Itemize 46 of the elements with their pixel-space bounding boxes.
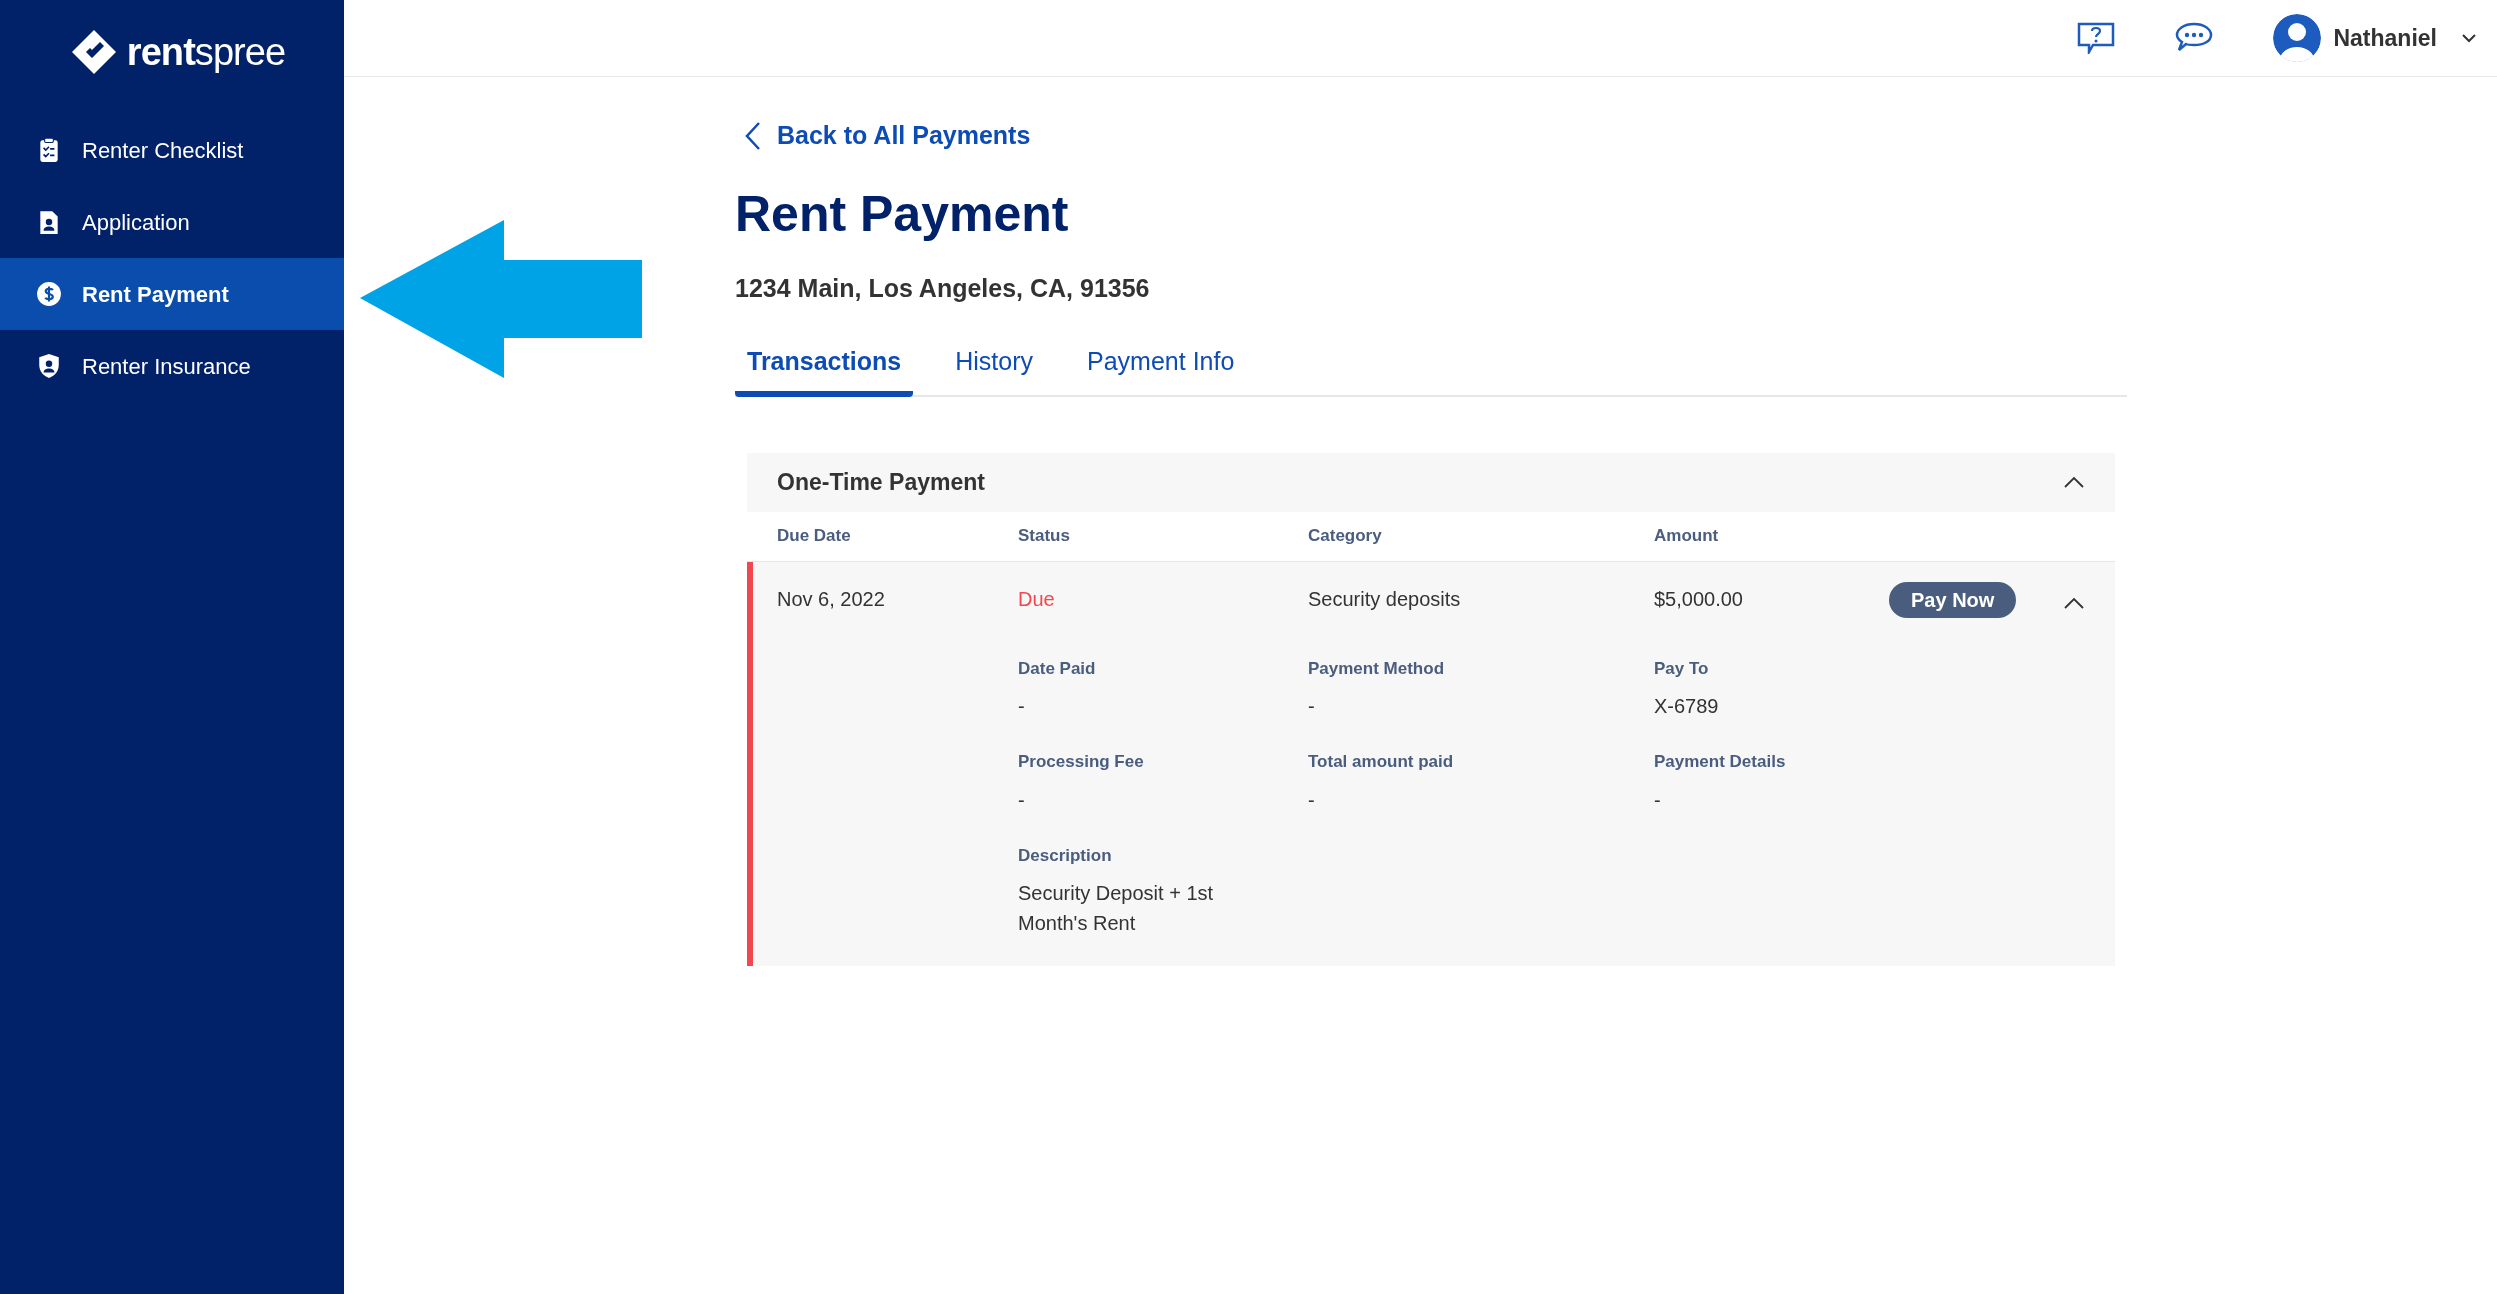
detail-value: -	[1308, 694, 1316, 719]
detail-value: -	[1018, 787, 1026, 813]
amount-text: $5,000.00	[1654, 587, 1743, 610]
detail-value: -	[1654, 787, 1662, 813]
tab[interactable]: History	[943, 343, 1046, 397]
due-date: Nov 6, 2022	[777, 587, 885, 610]
sidebar-item[interactable]: Renter Insurance	[0, 330, 344, 402]
detail-value: -	[1308, 787, 1316, 813]
detail-label: Date Paid	[1018, 657, 1097, 680]
property-address: 1234 Main, Los Angeles, CA, 91356	[735, 272, 1151, 304]
column-header: Amount	[1654, 526, 1719, 546]
column-header: Due Date	[777, 526, 851, 546]
page-title: Rent Payment	[735, 184, 1070, 244]
detail-label: Pay To	[1654, 657, 1710, 680]
section-header[interactable]: One-Time Payment	[747, 452, 2115, 512]
pay-now-button[interactable]: Pay Now	[1889, 581, 2017, 618]
chat-icon[interactable]	[2175, 22, 2214, 54]
dollar-icon	[36, 281, 62, 307]
status-text: Due	[1018, 587, 1055, 610]
sidebar-item[interactable]: Renter Checklist	[0, 114, 344, 186]
sidebar-item[interactable]: Application	[0, 186, 344, 258]
detail-label: Total amount paid	[1308, 751, 1455, 773]
collapse-icon[interactable]	[2063, 597, 2085, 610]
tab[interactable]: Transactions	[735, 343, 914, 397]
column-header: Status	[1018, 526, 1070, 546]
logo-text: rentspree	[126, 29, 286, 75]
tab[interactable]: Payment Info	[1075, 343, 1247, 397]
chevron-down-icon[interactable]	[2461, 33, 2477, 43]
detail-label: Description	[1018, 844, 1113, 867]
shield-icon	[36, 353, 62, 379]
back-chevron-icon	[745, 120, 761, 151]
detail-label: Payment Details	[1654, 751, 1787, 773]
collapse-icon[interactable]	[2063, 475, 2085, 489]
section-title: One-Time Payment	[777, 467, 985, 497]
detail-value: X-6789	[1654, 694, 1720, 719]
help-icon[interactable]	[2077, 22, 2116, 54]
back-link[interactable]: Back to All Payments	[735, 117, 1031, 155]
category-text: Security deposits	[1308, 587, 1461, 610]
column-header: Category	[1308, 526, 1382, 546]
avatar-icon[interactable]	[2273, 14, 2322, 62]
detail-label: Payment Method	[1308, 657, 1446, 680]
detail-label: Processing Fee	[1018, 751, 1145, 773]
user-name[interactable]: Nathaniel	[2333, 20, 2437, 56]
detail-value: Security Deposit + 1st Month's Rent	[1018, 881, 1215, 936]
sidebar-item[interactable]: Rent Payment	[0, 258, 344, 330]
detail-value: -	[1018, 694, 1026, 719]
